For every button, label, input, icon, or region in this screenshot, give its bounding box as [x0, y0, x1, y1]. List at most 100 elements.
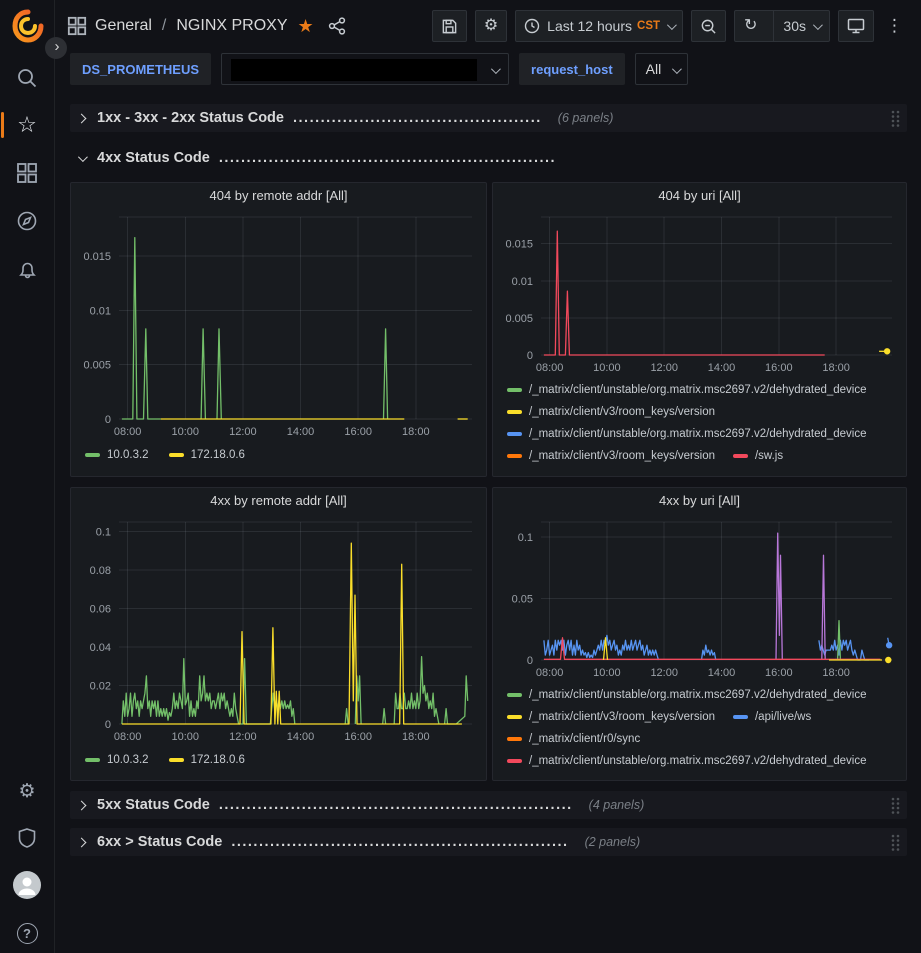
chevron-down-icon: [672, 64, 682, 74]
row-panel-count: (2 panels): [585, 835, 641, 849]
refresh-interval-button[interactable]: 30s: [773, 11, 829, 41]
cycle-view-mode-button[interactable]: [838, 10, 874, 42]
sidebar-item-explore[interactable]: [0, 201, 54, 241]
row-header-6xx[interactable]: 6xx > Status Code ......................…: [70, 828, 907, 856]
legend-series-color: [169, 758, 184, 762]
legend-item[interactable]: /_matrix/client/unstable/org.matrix.msc2…: [507, 423, 867, 445]
search-icon: [16, 67, 38, 89]
time-series-chart[interactable]: 00.050.108:0010:0012:0014:0016:0018:00: [495, 514, 904, 682]
legend-series-color: [507, 410, 522, 414]
legend-series-color: [507, 693, 522, 697]
legend-item[interactable]: /_matrix/client/v3/room_keys/version: [507, 706, 715, 728]
more-options-button[interactable]: ⋮: [882, 10, 907, 42]
variable-select-ds-prometheus[interactable]: [221, 53, 509, 85]
avatar: [13, 871, 41, 899]
chevron-down-icon: [78, 152, 88, 162]
svg-text:0.08: 0.08: [90, 565, 111, 577]
timezone-label: CST: [637, 20, 660, 32]
panel-title[interactable]: 404 by uri [All]: [493, 183, 906, 209]
svg-text:0.005: 0.005: [505, 313, 533, 325]
legend-series-color: [507, 715, 522, 719]
legend-item[interactable]: /_matrix/client/unstable/org.matrix.msc2…: [507, 684, 867, 706]
chevron-right-icon: [77, 113, 87, 123]
time-series-chart[interactable]: 00.0050.010.01508:0010:0012:0014:0016:00…: [73, 209, 484, 441]
sidebar-item-starred[interactable]: ☆: [0, 105, 54, 145]
legend-series-label: /_matrix/client/unstable/org.matrix.msc2…: [529, 384, 867, 396]
sidebar-item-server-admin[interactable]: [0, 818, 54, 858]
svg-text:0.1: 0.1: [518, 532, 533, 544]
panel-title[interactable]: 4xx by uri [All]: [493, 488, 906, 514]
legend-item[interactable]: 172.18.0.6: [169, 444, 245, 466]
svg-text:0: 0: [105, 719, 111, 731]
grafana-logo[interactable]: [10, 8, 46, 44]
sidebar-item-dashboards[interactable]: [0, 153, 54, 193]
legend-series-label: 10.0.3.2: [107, 449, 149, 461]
chart-legend: /_matrix/client/unstable/org.matrix.msc2…: [493, 682, 906, 774]
legend-series-label: /sw.js: [755, 450, 783, 462]
chevron-down-icon: [491, 64, 501, 74]
chart-legend: 10.0.3.2 172.18.0.6: [71, 441, 486, 467]
legend-series-color: [85, 453, 100, 457]
svg-text:0.05: 0.05: [512, 593, 533, 605]
legend-item[interactable]: 172.18.0.6: [169, 749, 245, 771]
panel-title[interactable]: 404 by remote addr [All]: [71, 183, 486, 209]
favorite-star-icon[interactable]: ★: [298, 16, 314, 37]
legend-item[interactable]: /_matrix/client/v3/room_keys/version: [507, 445, 715, 467]
sidebar-expand-button[interactable]: ›: [45, 37, 67, 59]
share-icon[interactable]: [328, 17, 346, 35]
time-series-chart[interactable]: 00.0050.010.01508:0010:0012:0014:0016:00…: [495, 209, 904, 377]
breadcrumb-folder[interactable]: General: [95, 17, 152, 35]
row-title: 5xx Status Code: [97, 797, 210, 813]
legend-item[interactable]: /sw.js: [733, 445, 783, 467]
row-header-4xx[interactable]: 4xx Status Code ........................…: [70, 144, 907, 172]
row-header-1xx-3xx-2xx[interactable]: 1xx - 3xx - 2xx Status Code ............…: [70, 104, 907, 132]
legend-series-color: [507, 759, 522, 763]
panel-404-by-remote-addr: 404 by remote addr [All] 00.0050.010.015…: [70, 182, 487, 477]
chevron-down-icon: [813, 20, 823, 30]
save-dashboard-button[interactable]: [432, 10, 467, 42]
svg-text:14:00: 14:00: [708, 667, 736, 679]
zoom-out-time-button[interactable]: [691, 10, 726, 42]
legend-series-label: 172.18.0.6: [191, 754, 245, 766]
legend-item[interactable]: 10.0.3.2: [85, 444, 149, 466]
row-panel-count: (4 panels): [589, 798, 645, 812]
refresh-button[interactable]: ↻: [735, 11, 766, 41]
sidebar-item-profile[interactable]: [0, 865, 54, 905]
row-title: 1xx - 3xx - 2xx Status Code: [97, 110, 284, 126]
legend-item[interactable]: /_matrix/client/unstable/org.matrix.msc2…: [507, 750, 867, 772]
svg-text:0.02: 0.02: [90, 681, 111, 693]
legend-series-label: 172.18.0.6: [191, 449, 245, 461]
row-drag-handle[interactable]: [890, 109, 901, 128]
legend-item[interactable]: /_matrix/client/v3/room_keys/version: [507, 401, 715, 423]
svg-text:10:00: 10:00: [172, 731, 200, 743]
row-drag-handle[interactable]: [890, 833, 901, 852]
svg-text:08:00: 08:00: [114, 731, 142, 743]
dashboards-breadcrumb-icon[interactable]: [67, 16, 87, 36]
legend-item[interactable]: /_matrix/client/r0/sync: [507, 728, 640, 750]
time-range-label: Last 12 hours: [547, 18, 632, 34]
row-drag-handle[interactable]: [890, 796, 901, 815]
legend-item[interactable]: /_matrix/client/unstable/org.matrix.msc2…: [507, 379, 867, 401]
panel-title[interactable]: 4xx by remote addr [All]: [71, 488, 486, 514]
legend-series-color: [507, 432, 522, 436]
sidebar-item-help[interactable]: ?: [0, 913, 54, 953]
svg-text:0: 0: [527, 655, 533, 667]
time-range-picker[interactable]: Last 12 hours CST: [515, 10, 683, 42]
legend-series-label: /_matrix/client/v3/room_keys/version: [529, 450, 715, 462]
svg-text:18:00: 18:00: [822, 667, 850, 679]
time-series-chart[interactable]: 00.020.040.060.080.108:0010:0012:0014:00…: [73, 514, 484, 746]
svg-text:0.01: 0.01: [512, 276, 533, 288]
svg-text:12:00: 12:00: [229, 731, 257, 743]
chevron-right-icon: [77, 800, 87, 810]
legend-item[interactable]: 10.0.3.2: [85, 749, 149, 771]
legend-item[interactable]: /api/live/ws: [733, 706, 811, 728]
svg-text:16:00: 16:00: [344, 426, 372, 438]
dashboard-settings-button[interactable]: ⚙: [475, 10, 507, 42]
variable-select-request-host[interactable]: All: [635, 53, 689, 85]
row-header-5xx[interactable]: 5xx Status Code ........................…: [70, 791, 907, 819]
svg-text:0.015: 0.015: [505, 239, 533, 251]
sidebar-item-configuration[interactable]: ⚙: [0, 771, 54, 811]
sidebar-item-alerting[interactable]: [0, 250, 54, 290]
sidebar-item-search[interactable]: [0, 58, 54, 98]
refresh-picker[interactable]: ↻ 30s: [734, 10, 830, 42]
